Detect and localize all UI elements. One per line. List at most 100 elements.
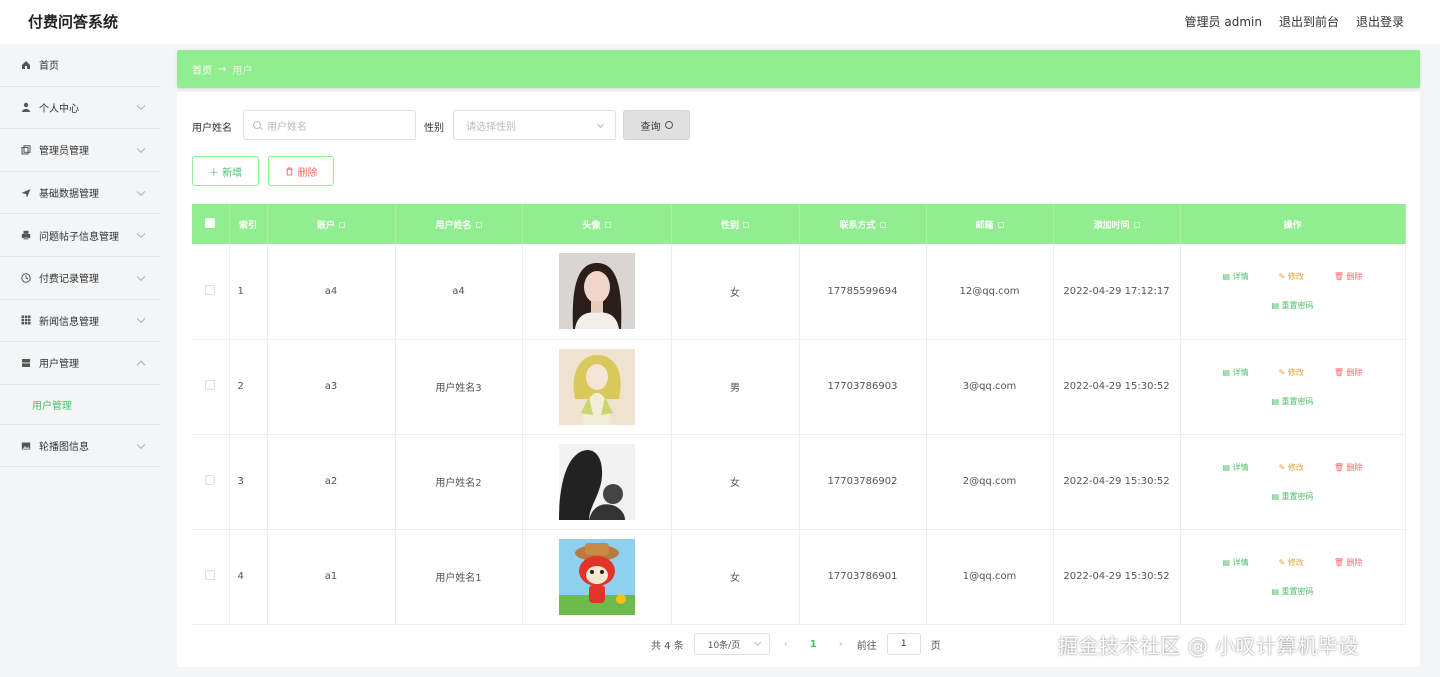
top-bar: 付费问答系统 管理员 admin 退出到前台 退出登录 <box>0 0 1440 44</box>
avatar-image[interactable] <box>558 253 635 330</box>
row-delete-button[interactable]: 🗑 删除 <box>1334 462 1363 473</box>
reset-password-button[interactable]: ▤ 重置密码 <box>1271 300 1313 311</box>
sidebar-item-user-management[interactable]: 用户管理 <box>0 342 160 385</box>
sidebar-item-basic-data[interactable]: 基础数据管理 <box>0 172 160 215</box>
sort-icon[interactable] <box>475 221 482 228</box>
reset-password-button[interactable]: ▤ 重置密码 <box>1271 396 1313 407</box>
cell-name: 用户姓名3 <box>395 339 523 435</box>
reset-password-label: 重置密码 <box>1281 586 1314 596</box>
copy-icon <box>20 144 32 156</box>
goto-page-input[interactable]: 1 <box>886 633 921 655</box>
cell-name: 用户姓名2 <box>395 434 523 530</box>
sidebar-item-news[interactable]: 新闻信息管理 <box>0 300 160 343</box>
column-header-phone[interactable]: 联系方式 <box>799 204 927 244</box>
row-checkbox[interactable] <box>205 284 216 295</box>
home-icon <box>20 59 32 71</box>
next-page-icon[interactable]: › <box>839 639 843 650</box>
column-header-gender[interactable]: 性别 <box>671 204 800 244</box>
sidebar-item-admin-management[interactable]: 管理员管理 <box>0 129 160 172</box>
column-header-time[interactable]: 添加时间 <box>1053 204 1181 244</box>
sidebar-item-label: 管理员管理 <box>39 146 89 158</box>
edit-button[interactable]: ✎ 修改 <box>1279 271 1304 282</box>
edit-label: 修改 <box>1287 272 1304 282</box>
detail-button[interactable]: ▤ 详情 <box>1222 271 1248 282</box>
column-header-avatar[interactable]: 头像 <box>522 204 672 244</box>
detail-label: 详情 <box>1232 462 1249 472</box>
cell-ops: ▤ 详情 ✎ 修改 🗑 删除 ▤ 重置密码 <box>1180 339 1406 435</box>
row-actions: ▤ 详情 ✎ 修改 🗑 删除 ▤ 重置密码 <box>1181 367 1405 407</box>
cell-ops: ▤ 详情 ✎ 修改 🗑 删除 ▤ 重置密码 <box>1180 434 1406 530</box>
column-header-account[interactable]: 账户 <box>267 204 396 244</box>
edit-button[interactable]: ✎ 修改 <box>1279 367 1304 378</box>
sidebar-item-carousel[interactable]: 轮播图信息 <box>0 425 160 468</box>
edit-button[interactable]: ✎ 修改 <box>1279 557 1304 568</box>
breadcrumb-home[interactable]: 首页 <box>192 62 212 77</box>
row-delete-button[interactable]: 🗑 删除 <box>1334 557 1363 568</box>
sidebar: 首页 个人中心 管理员管理 基础数据管理 问题帖子信息管理 付费记录管理 新闻信… <box>0 44 160 677</box>
row-select-cell <box>192 434 230 530</box>
add-button[interactable]: ＋ 新增 <box>192 156 259 186</box>
cell-name: a4 <box>395 244 523 340</box>
cell-email: 3@qq.com <box>926 339 1054 435</box>
exit-to-front-link[interactable]: 退出到前台 <box>1279 13 1339 30</box>
sort-icon[interactable] <box>879 221 886 228</box>
sort-icon[interactable] <box>743 221 749 228</box>
delete-button-label: 删除 <box>297 167 318 179</box>
row-checkbox[interactable] <box>205 475 216 485</box>
cell-index: 1 <box>229 244 268 340</box>
sidebar-item-question-posts[interactable]: 问题帖子信息管理 <box>0 214 160 257</box>
sort-icon[interactable] <box>997 221 1004 228</box>
reset-password-label: 重置密码 <box>1281 491 1314 501</box>
user-icon <box>20 101 32 113</box>
query-button[interactable]: 查询 <box>623 110 690 140</box>
row-select-cell <box>192 244 230 340</box>
column-header-label: 添加时间 <box>1093 220 1130 231</box>
row-checkbox[interactable] <box>205 570 216 580</box>
chevron-down-icon <box>136 440 146 449</box>
reset-password-label: 重置密码 <box>1281 396 1314 406</box>
table-row: 2 a3 用户姓名3 男 17703786903 3@qq.com 2022-0… <box>192 339 1406 435</box>
app-title: 付费问答系统 <box>28 13 119 31</box>
row-delete-button[interactable]: 🗑 删除 <box>1334 367 1363 378</box>
select-all-header[interactable] <box>192 204 230 244</box>
avatar-image[interactable] <box>558 538 635 615</box>
sort-icon[interactable] <box>1133 221 1140 228</box>
reset-password-button[interactable]: ▤ 重置密码 <box>1271 586 1313 597</box>
detail-button[interactable]: ▤ 详情 <box>1222 462 1248 473</box>
trash-icon <box>285 166 293 176</box>
sidebar-item-home[interactable]: 首页 <box>0 44 160 87</box>
delete-button[interactable]: 删除 <box>268 156 334 186</box>
chevron-down-icon <box>136 314 146 324</box>
cell-email: 1@qq.com <box>926 529 1054 625</box>
row-delete-button[interactable]: 🗑 删除 <box>1334 271 1363 282</box>
cell-phone: 17785599694 <box>799 244 927 340</box>
column-header-label: 性别 <box>720 220 739 231</box>
sidebar-item-label: 问题帖子信息管理 <box>39 231 119 243</box>
gender-filter-label: 性别 <box>424 123 444 134</box>
sidebar-subitem-user-management[interactable]: 用户管理 <box>0 385 160 425</box>
sidebar-item-personal-center[interactable]: 个人中心 <box>0 87 160 130</box>
edit-button[interactable]: ✎ 修改 <box>1279 462 1304 473</box>
column-header-ops: 操作 <box>1180 204 1406 244</box>
gender-select[interactable]: 请选择性别 <box>453 110 616 140</box>
sort-icon[interactable] <box>339 221 345 228</box>
avatar-image[interactable] <box>558 348 635 425</box>
logout-link[interactable]: 退出登录 <box>1356 13 1404 30</box>
detail-button[interactable]: ▤ 详情 <box>1222 557 1248 568</box>
select-all-checkbox[interactable] <box>205 217 216 228</box>
column-header-name[interactable]: 用户姓名 <box>395 204 523 244</box>
sidebar-item-payment-records[interactable]: 付费记录管理 <box>0 257 160 300</box>
avatar-image[interactable] <box>558 443 635 520</box>
watermark-text: 掘金技术社区 @ 小叹计算机毕设 <box>1058 634 1359 658</box>
reset-password-button[interactable]: ▤ 重置密码 <box>1271 491 1313 502</box>
row-checkbox[interactable] <box>205 380 216 390</box>
detail-button[interactable]: ▤ 详情 <box>1222 367 1248 378</box>
name-filter-input[interactable]: 用户姓名 <box>243 110 416 140</box>
sort-icon[interactable] <box>604 221 611 228</box>
column-header-label: 用户姓名 <box>435 220 472 231</box>
column-header-email[interactable]: 邮箱 <box>926 204 1054 244</box>
prev-page-icon[interactable]: ‹ <box>784 639 788 650</box>
page-number-current[interactable]: 1 <box>810 639 817 650</box>
page-size-select[interactable]: 10条/页 <box>693 633 770 655</box>
cell-phone: 17703786902 <box>799 434 927 530</box>
